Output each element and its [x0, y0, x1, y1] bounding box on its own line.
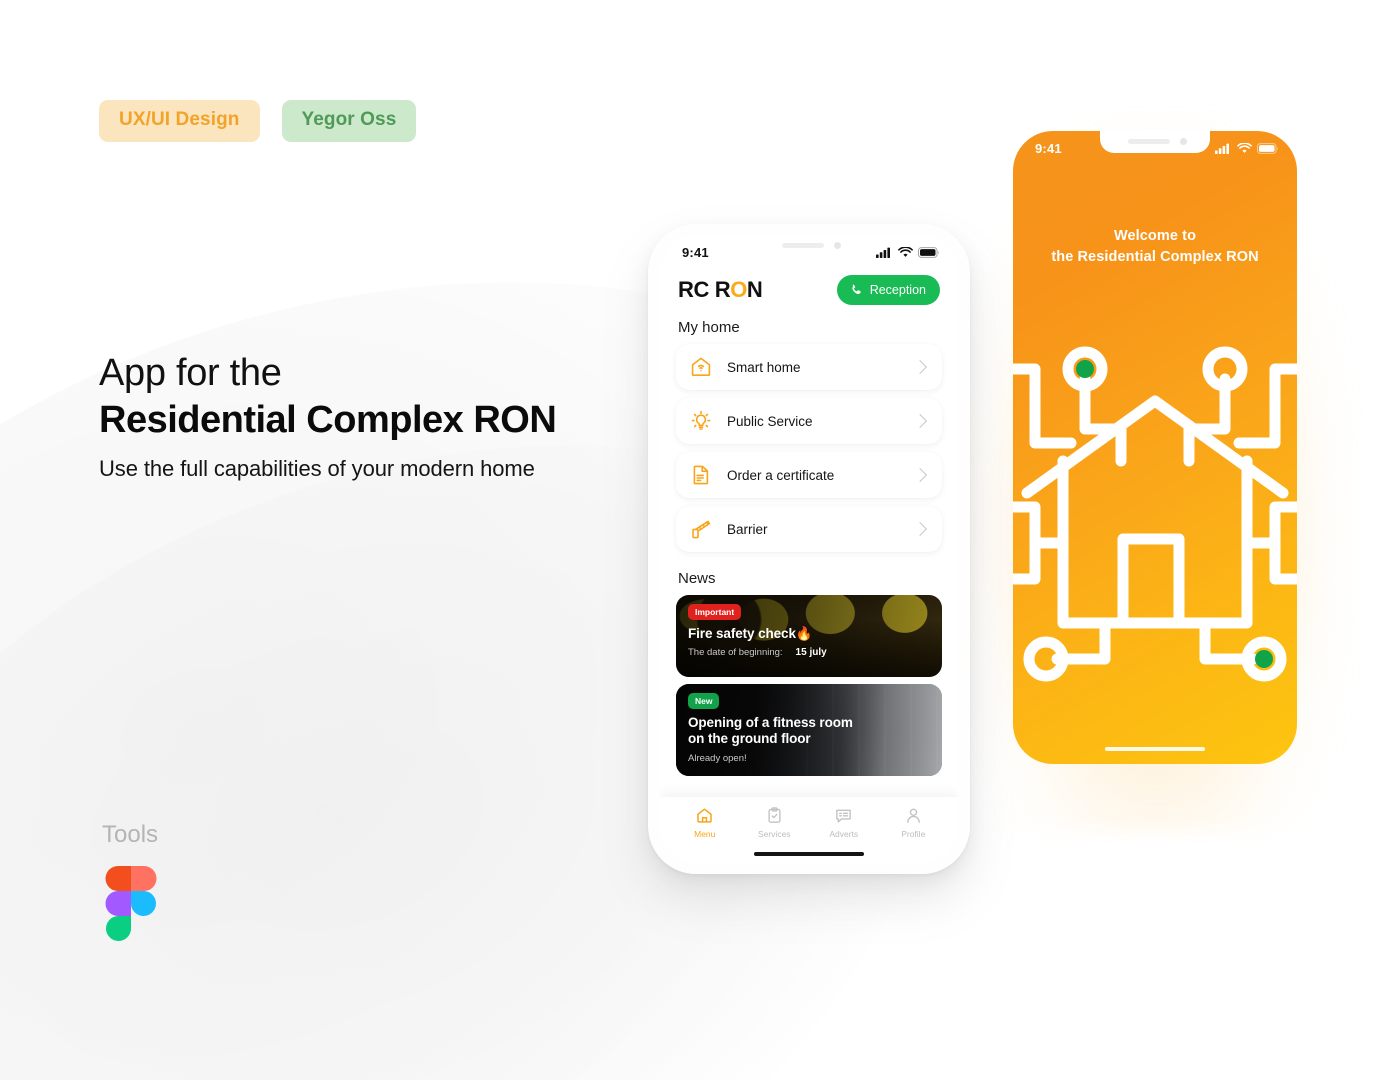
- welcome-line-1: Welcome to: [1113, 228, 1197, 244]
- status-badge: Important: [688, 604, 742, 620]
- cellular-signal-icon: [876, 247, 890, 258]
- wifi-icon: [1237, 142, 1252, 153]
- status-time: 9:41: [1035, 140, 1062, 156]
- logo-suffix: N: [746, 277, 763, 302]
- status-time: 9:41: [682, 244, 709, 260]
- welcome-text: Welcome to the Residential Complex RON: [1013, 226, 1297, 268]
- menu-item-barrier[interactable]: Barrier: [676, 506, 942, 552]
- cellular-signal-icon: [1215, 143, 1229, 154]
- my-home-menu-list: Smart home Public Service Order a certif…: [660, 344, 958, 552]
- tab-label: Adverts: [829, 829, 859, 839]
- tab-label: Menu: [694, 829, 716, 839]
- status-icons: [876, 246, 940, 258]
- onboarding-phone-mockup: 9:41 Welcome to the Residential Complex …: [957, 111, 1353, 831]
- chevron-right-icon: [912, 521, 928, 537]
- tab-profile[interactable]: Profile: [884, 806, 942, 839]
- message-list-icon: [836, 809, 852, 823]
- clipboard-check-icon: [768, 807, 781, 823]
- logo-accent-letter: O: [730, 277, 747, 302]
- menu-item-label: Public Service: [727, 413, 813, 429]
- tab-menu[interactable]: Menu: [676, 806, 734, 839]
- chevron-right-icon: [912, 413, 928, 429]
- news-card-fitness-room[interactable]: New Opening of a fitness room on the gro…: [676, 684, 942, 776]
- tab-adverts[interactable]: Adverts: [815, 806, 873, 839]
- menu-item-label: Order a certificate: [727, 467, 835, 483]
- tag-row: UX/UI Design Yegor Oss: [99, 100, 417, 142]
- home-indicator[interactable]: [1105, 747, 1205, 751]
- news-headline: Opening of a fitness room on the ground …: [688, 715, 853, 747]
- notch-speaker: [1128, 139, 1170, 144]
- app-logo: RC RON: [678, 277, 763, 303]
- reception-button-label: Reception: [869, 283, 926, 297]
- phone-notch: [754, 235, 864, 257]
- logo-prefix: RC R: [678, 277, 731, 302]
- menu-item-label: Barrier: [727, 521, 768, 537]
- tag-author: Yegor Oss: [281, 100, 417, 142]
- wifi-icon: [898, 246, 913, 257]
- news-headline: Fire safety check🔥: [688, 626, 813, 641]
- tab-label: Services: [757, 829, 791, 839]
- battery-icon: [918, 246, 940, 258]
- tools-label: Tools: [102, 821, 159, 848]
- status-icons: [1215, 142, 1279, 154]
- phone-screen: 9:41 RC RON Reception My home Smart home…: [660, 235, 958, 863]
- headline-line-1: App for the: [99, 352, 282, 394]
- barrier-icon: [692, 520, 711, 539]
- menu-item-label: Smart home: [727, 359, 801, 375]
- menu-item-public-service[interactable]: Public Service: [676, 398, 942, 444]
- app-phone-mockup: 9:41 RC RON Reception My home Smart home…: [648, 224, 970, 874]
- status-badge: New: [688, 693, 720, 709]
- home-indicator-wrap: [660, 845, 958, 863]
- my-home-section-title: My home: [678, 319, 740, 336]
- phone-notch: [1100, 131, 1210, 153]
- document-icon: [693, 465, 709, 485]
- news-meta-label: The date of beginning:: [688, 647, 783, 659]
- welcome-line-2: the Residential Complex RON: [1051, 249, 1259, 266]
- smart-home-icon: [691, 357, 711, 376]
- orange-phone-screen: 9:41 Welcome to the Residential Complex …: [1013, 131, 1297, 764]
- headline-line-2: Residential Complex RON: [99, 398, 557, 441]
- notch-speaker: [782, 243, 824, 248]
- reception-button[interactable]: Reception: [836, 275, 940, 305]
- poster-canvas: UX/UI Design Yegor Oss App for the Resid…: [0, 0, 1400, 1080]
- home-icon: [697, 808, 712, 823]
- tab-services[interactable]: Services: [745, 806, 803, 839]
- page-title: App for the Residential Complex RON: [99, 351, 739, 443]
- news-list: Important Fire safety check🔥 The date of…: [660, 595, 958, 776]
- chevron-right-icon: [912, 467, 928, 483]
- chevron-right-icon: [912, 359, 928, 375]
- news-section-title: News: [678, 570, 716, 587]
- figma-logo-icon: [105, 866, 157, 942]
- notch-camera: [1180, 138, 1187, 145]
- menu-item-order-a-certificate[interactable]: Order a certificate: [676, 452, 942, 498]
- tag-discipline: UX/UI Design: [99, 100, 260, 142]
- lightbulb-icon: [691, 410, 711, 430]
- bottom-tab-bar: Menu Services Adverts Profile: [660, 797, 958, 845]
- news-card-fire-safety[interactable]: Important Fire safety check🔥 The date of…: [676, 595, 942, 677]
- notch-camera: [834, 242, 841, 249]
- person-icon: [906, 808, 920, 823]
- tab-label: Profile: [901, 829, 926, 839]
- home-indicator[interactable]: [754, 852, 864, 856]
- battery-icon: [1257, 142, 1279, 154]
- news-meta-label: Already open!: [688, 752, 747, 764]
- news-meta: The date of beginning: 15 july: [688, 647, 930, 658]
- phone-handset-icon: [852, 284, 861, 295]
- news-meta-value: 15 july: [795, 647, 827, 659]
- subheadline: Use the full capabilities of your modern…: [99, 456, 535, 481]
- news-meta: Already open!: [688, 753, 930, 764]
- menu-item-smart-home[interactable]: Smart home: [676, 344, 942, 390]
- smart-home-circuit-illustration-icon: [1013, 311, 1297, 691]
